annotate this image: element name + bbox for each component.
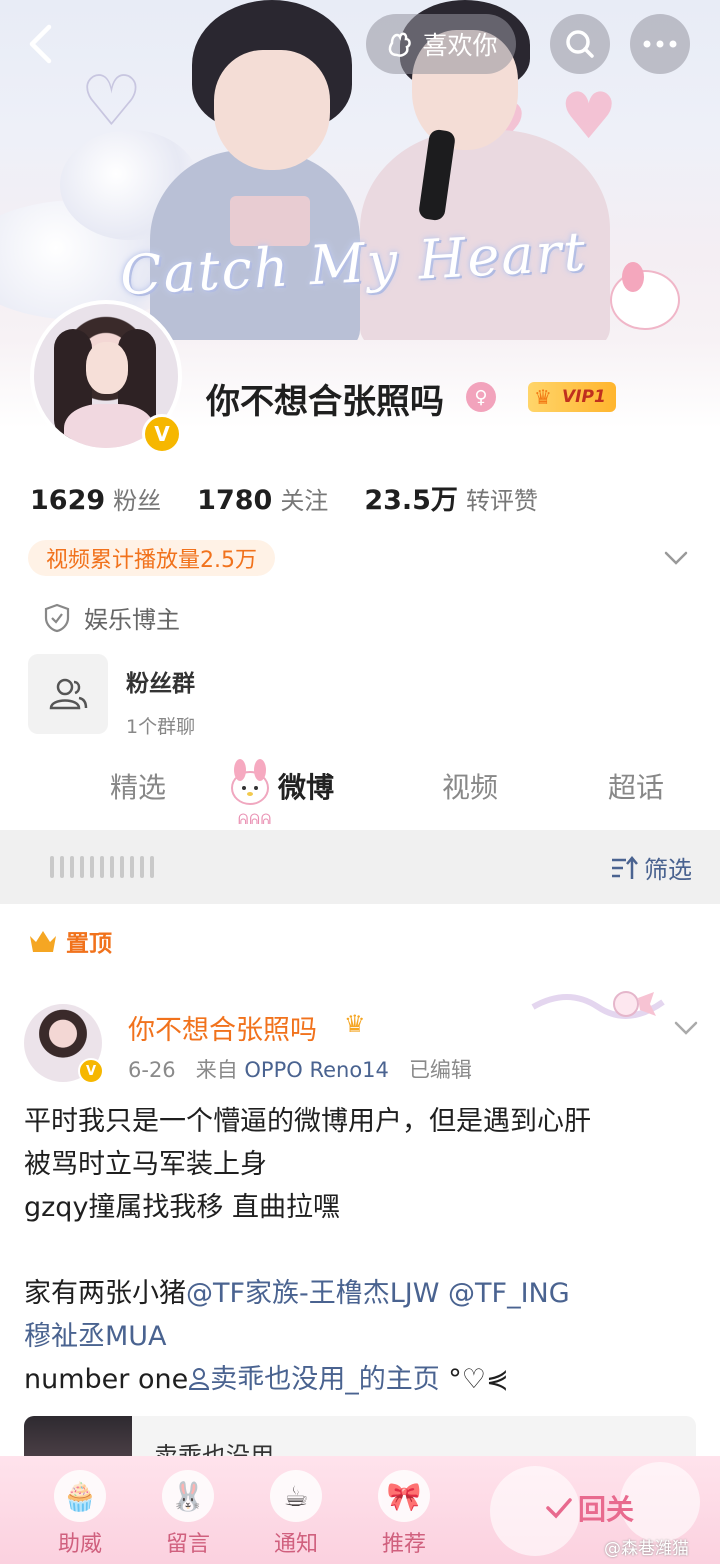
crown-icon: ♛ bbox=[534, 385, 552, 409]
profile-stats: 1629 粉丝 1780 关注 23.5万 转评赞 bbox=[30, 478, 538, 517]
bottom-label: 助威 bbox=[57, 1532, 102, 1557]
banner-face bbox=[214, 50, 330, 170]
tab-featured[interactable]: 精选 bbox=[110, 766, 166, 806]
profile-username: 你不想合张照吗 bbox=[206, 382, 444, 422]
mention-link[interactable]: @TF家族-王橹杰LJW @TF_ING bbox=[186, 1278, 570, 1309]
pinned-text: 置顶 bbox=[66, 931, 112, 957]
post-author-name[interactable]: 你不想合张照吗 bbox=[128, 1008, 317, 1047]
post-text: number one bbox=[24, 1364, 189, 1395]
heart-decoration: ♥ bbox=[560, 80, 618, 154]
user-icon bbox=[189, 1368, 210, 1390]
video-play-count[interactable]: 视频累计播放量2.5万 bbox=[28, 540, 275, 576]
back-button[interactable] bbox=[20, 22, 60, 66]
post-line: 被骂时立马军装上身 bbox=[24, 1149, 267, 1180]
melody-icon: 🐰 bbox=[162, 1470, 214, 1522]
filter-sort-icon bbox=[612, 855, 638, 879]
chevron-left-icon bbox=[29, 24, 52, 64]
avatar-clothes bbox=[64, 404, 154, 448]
melody-cup-icon: ☕ bbox=[270, 1470, 322, 1522]
cupcake-icon: 🎀 bbox=[378, 1470, 430, 1522]
fan-group-title: 粉丝群 bbox=[126, 671, 195, 697]
bottom-message-button[interactable]: 🐰 留言 bbox=[138, 1456, 238, 1564]
bottom-label: 推荐 bbox=[381, 1532, 426, 1557]
filter-label: 筛选 bbox=[644, 856, 692, 884]
bottom-notify-button[interactable]: ☕ 通知 bbox=[246, 1456, 346, 1564]
post-line: number one 卖乖也没用_的主页 °♡⋞ bbox=[24, 1358, 704, 1401]
more-button[interactable] bbox=[630, 14, 690, 74]
post-edited: 已编辑 bbox=[408, 1058, 472, 1082]
stat-label: 转评赞 bbox=[465, 487, 538, 515]
stat-label: 关注 bbox=[280, 487, 329, 515]
bottom-label: 留言 bbox=[165, 1532, 210, 1557]
melody-ear bbox=[622, 262, 644, 292]
more-dots-icon bbox=[643, 40, 677, 48]
stat-following[interactable]: 1780 关注 bbox=[197, 481, 328, 516]
macaron-icon: 🧁 bbox=[54, 1470, 106, 1522]
check-icon bbox=[546, 1498, 572, 1519]
ribbon-card-decoration bbox=[531, 991, 665, 1019]
avatar-face bbox=[86, 342, 128, 394]
watermark: @森巷潍猫 bbox=[604, 1539, 689, 1559]
post-from-prefix: 来自 bbox=[195, 1058, 238, 1082]
bottom-label: 通知 bbox=[273, 1532, 318, 1557]
profile-tabs: 精选 微博 视频 超话 bbox=[0, 756, 720, 828]
vip-badge[interactable]: ♛ VIP1 bbox=[528, 382, 616, 412]
fan-group-subtitle: 1个群聊 bbox=[126, 716, 196, 738]
post-source[interactable]: OPPO Reno14 bbox=[244, 1058, 389, 1082]
melody-decoration bbox=[610, 270, 680, 330]
shield-check-icon bbox=[44, 603, 70, 632]
tab-video[interactable]: 视频 bbox=[442, 766, 498, 806]
post-text: 家有两张小猪 bbox=[24, 1278, 186, 1309]
follow-back-label: 回关 bbox=[578, 1493, 635, 1526]
post-body: 平时我只是一个懵逼的微博用户，但是遇到心肝 被骂时立马军装上身 gzqy撞属找我… bbox=[24, 1100, 704, 1401]
profile-link-text: 卖乖也没用_的主页 bbox=[210, 1364, 440, 1395]
heart-decoration: ♡ bbox=[80, 60, 143, 142]
fan-group-icon bbox=[28, 654, 108, 734]
stat-followers[interactable]: 1629 粉丝 bbox=[30, 481, 161, 516]
stat-number: 1629 bbox=[30, 485, 106, 516]
crown-icon: ♛ bbox=[344, 1010, 366, 1038]
female-gender-icon: ♀ bbox=[466, 382, 496, 412]
follow-back-button[interactable]: 回关 bbox=[546, 1488, 634, 1528]
stat-number: 23.5万 bbox=[364, 485, 458, 516]
pinned-label: 置顶 bbox=[28, 924, 112, 958]
post-date: 6-26 bbox=[128, 1058, 176, 1082]
post-meta: 6-26 来自 OPPO Reno14 已编辑 bbox=[128, 1054, 472, 1084]
post-text: °♡⋞ bbox=[439, 1364, 509, 1395]
bottom-recommend-button[interactable]: 🎀 推荐 bbox=[354, 1456, 454, 1564]
melody-tab-icon bbox=[231, 759, 269, 805]
stat-number: 1780 bbox=[197, 485, 273, 516]
fan-group[interactable]: 粉丝群 1个群聊 bbox=[28, 654, 195, 739]
filter-decoration bbox=[50, 856, 154, 878]
stat-interactions[interactable]: 23.5万 转评赞 bbox=[364, 478, 538, 517]
tab-weibo[interactable]: 微博 bbox=[278, 766, 334, 806]
filter-button[interactable]: 筛选 bbox=[610, 850, 692, 885]
post-line: gzqy撞属找我移 直曲拉嘿 bbox=[24, 1192, 341, 1223]
mention-link[interactable]: 穆祉丞MUA bbox=[24, 1315, 704, 1358]
verified-badge-icon: V bbox=[78, 1058, 104, 1084]
chevron-down-icon[interactable] bbox=[662, 544, 690, 572]
certification-label: 娱乐博主 bbox=[84, 606, 180, 634]
vip-label: VIP1 bbox=[562, 387, 606, 407]
like-hand-icon bbox=[389, 32, 412, 57]
search-icon bbox=[566, 30, 594, 58]
verified-badge-icon: V bbox=[142, 414, 182, 454]
post-line: 家有两张小猪@TF家族-王橹杰LJW @TF_ING bbox=[24, 1272, 704, 1315]
tab-supertopic[interactable]: 超话 bbox=[608, 766, 664, 806]
users-icon bbox=[49, 678, 88, 710]
certification: 娱乐博主 bbox=[44, 600, 180, 635]
profile-link[interactable]: 卖乖也没用_的主页 bbox=[188, 1364, 440, 1395]
chevron-down-icon[interactable] bbox=[672, 1014, 700, 1042]
like-label: 喜欢你 bbox=[422, 31, 498, 60]
like-button[interactable]: 喜欢你 bbox=[366, 14, 516, 74]
bow-decoration: ᕱᕱᕱ bbox=[238, 812, 273, 828]
post-line: 平时我只是一个懵逼的微博用户，但是遇到心肝 bbox=[24, 1106, 591, 1137]
crown-icon bbox=[30, 931, 56, 952]
bottom-cheer-button[interactable]: 🧁 助威 bbox=[30, 1456, 130, 1564]
search-button[interactable] bbox=[550, 14, 610, 74]
stat-label: 粉丝 bbox=[113, 487, 162, 515]
profile-banner: ♥ ♥ ♡ Catch My Heart bbox=[0, 0, 720, 340]
